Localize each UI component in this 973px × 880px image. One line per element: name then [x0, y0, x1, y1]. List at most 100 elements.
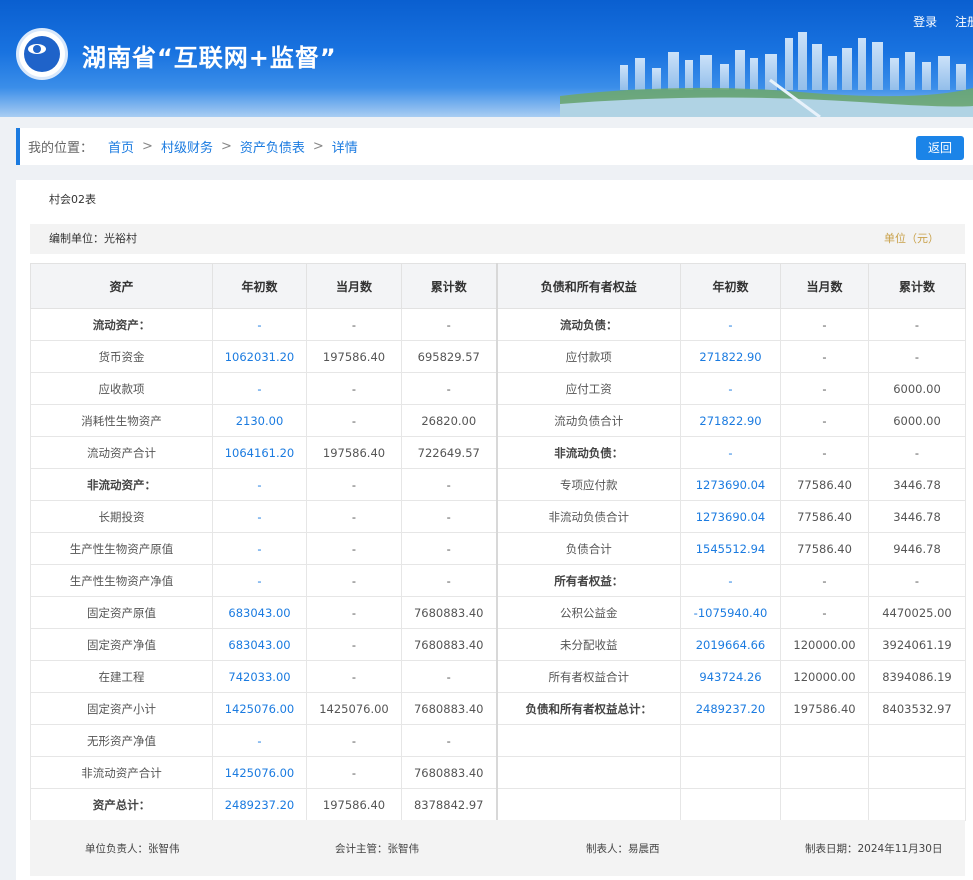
- value-cell[interactable]: -: [212, 500, 307, 533]
- value-cell: -: [868, 308, 966, 341]
- row-label: [495, 724, 681, 757]
- value-cell: 197586.40: [306, 436, 402, 469]
- chief-accountant: 会计主管：张智伟: [335, 843, 419, 855]
- prepared-date: 制表日期：2024年11月30日: [805, 843, 943, 855]
- breadcrumb-home[interactable]: 首页: [108, 137, 134, 156]
- row-label: 流动负债合计: [495, 404, 681, 437]
- value-cell[interactable]: 2130.00: [212, 404, 307, 437]
- value-cell[interactable]: -: [680, 308, 781, 341]
- value-cell[interactable]: 943724.26: [680, 660, 781, 693]
- value-cell[interactable]: 683043.00: [212, 628, 307, 661]
- col-header-month: 当月数: [306, 263, 402, 309]
- value-cell[interactable]: -: [212, 724, 307, 757]
- row-label: 负债和所有者权益总计：: [495, 692, 681, 725]
- table-row: 生产性生物资产原值 - - - 负债合计 1545512.94 77586.40 9446.7…: [30, 532, 966, 565]
- value-cell: 120000.00: [780, 660, 869, 693]
- value-cell: -: [780, 564, 869, 597]
- value-cell: [680, 788, 781, 821]
- row-label: 长期投资: [30, 500, 213, 533]
- value-cell[interactable]: 1425076.00: [212, 692, 307, 725]
- currency-unit: 单位（元）: [884, 232, 939, 245]
- value-cell[interactable]: 2489237.20: [212, 788, 307, 821]
- form-number: 村会02表: [30, 188, 965, 220]
- row-label: 货币资金: [30, 340, 213, 373]
- value-cell[interactable]: -: [212, 308, 307, 341]
- value-cell[interactable]: -: [212, 468, 307, 501]
- table-header-row: 资产 年初数 当月数 累计数 负债和所有者权益 年初数 当月数 累计数: [30, 263, 966, 309]
- value-cell[interactable]: 2489237.20: [680, 692, 781, 725]
- balance-sheet-card: 村会02表 编制单位：光裕村 单位（元） 资产 年初数 当月数 累计数 负债和所…: [16, 180, 973, 880]
- table-row: 消耗性生物资产 2130.00-26820.00 流动负债合计 271822.90-6…: [30, 404, 966, 437]
- breadcrumb-separator: >: [312, 139, 324, 154]
- table-row: 应收款项 - - - 应付工资 - -6000.00: [30, 372, 966, 405]
- table-row: 固定资产小计 1425076.00 1425076.00 7680883.40 负债和所…: [30, 692, 966, 725]
- value-cell[interactable]: 271822.90: [680, 404, 781, 437]
- row-label: 负债合计: [495, 532, 681, 565]
- value-cell: -: [306, 628, 402, 661]
- value-cell[interactable]: 1273690.04: [680, 500, 781, 533]
- value-cell: [680, 756, 781, 789]
- value-cell: 6000.00: [868, 372, 966, 405]
- row-label: 流动资产：: [30, 308, 213, 341]
- city-skyline-illustration: [560, 32, 973, 117]
- breadcrumb-label: 我的位置：: [28, 141, 94, 156]
- breadcrumb: 我的位置： 首页 > 村级财务 > 资产负债表 > 详情 返回: [16, 128, 973, 165]
- row-label: [495, 756, 681, 789]
- value-cell[interactable]: 271822.90: [680, 340, 781, 373]
- value-cell[interactable]: 683043.00: [212, 596, 307, 629]
- row-label: 资产总计：: [30, 788, 213, 821]
- table-row: 固定资产净值 683043.00-7680883.40 未分配收益 2019664.6…: [30, 628, 966, 661]
- row-label: 在建工程: [30, 660, 213, 693]
- value-cell[interactable]: -: [680, 564, 781, 597]
- row-label: 无形资产净值: [30, 724, 213, 757]
- value-cell[interactable]: 1062031.20: [212, 340, 307, 373]
- value-cell[interactable]: 2019664.66: [680, 628, 781, 661]
- breadcrumb-detail[interactable]: 详情: [332, 137, 358, 156]
- row-label: 所有者权益：: [495, 564, 681, 597]
- row-label: 非流动资产：: [30, 468, 213, 501]
- value-cell: -: [401, 372, 497, 405]
- row-label: 非流动负债合计: [495, 500, 681, 533]
- back-button[interactable]: 返回: [916, 136, 964, 160]
- value-cell[interactable]: -: [212, 372, 307, 405]
- value-cell: 8378842.97: [401, 788, 497, 821]
- row-label: 非流动资产合计: [30, 756, 213, 789]
- table-row: 生产性生物资产净值 - - - 所有者权益： - - -: [30, 564, 966, 597]
- value-cell[interactable]: 1425076.00: [212, 756, 307, 789]
- value-cell: [868, 724, 966, 757]
- breadcrumb-village-finance[interactable]: 村级财务: [161, 137, 213, 156]
- unit-head: 单位负责人：张智伟: [85, 843, 180, 855]
- value-cell: 695829.57: [401, 340, 497, 373]
- row-label: 固定资产原值: [30, 596, 213, 629]
- row-label: 生产性生物资产原值: [30, 532, 213, 565]
- row-label: 生产性生物资产净值: [30, 564, 213, 597]
- value-cell[interactable]: -: [212, 532, 307, 565]
- row-label: 所有者权益合计: [495, 660, 681, 693]
- value-cell: 3446.78: [868, 500, 966, 533]
- emblem-logo-icon: [16, 28, 68, 80]
- value-cell[interactable]: 1545512.94: [680, 532, 781, 565]
- value-cell: -: [306, 660, 402, 693]
- table-row: 非流动资产合计 1425076.00-7680883.40: [30, 756, 966, 789]
- value-cell: -: [780, 340, 869, 373]
- value-cell[interactable]: 1064161.20: [212, 436, 307, 469]
- value-cell[interactable]: -: [680, 372, 781, 405]
- table-row: 流动资产合计 1064161.20 197586.40 722649.57 非流动负债：…: [30, 436, 966, 469]
- value-cell: [780, 788, 869, 821]
- row-label: 未分配收益: [495, 628, 681, 661]
- register-link[interactable]: 注册: [955, 15, 973, 29]
- table-row: 货币资金 1062031.20 197586.40 695829.57 应付款项 2718…: [30, 340, 966, 373]
- value-cell[interactable]: -: [212, 564, 307, 597]
- col-header-cumulative: 累计数: [401, 263, 497, 309]
- value-cell[interactable]: 742033.00: [212, 660, 307, 693]
- value-cell[interactable]: -1075940.40: [680, 596, 781, 629]
- login-link[interactable]: 登录: [913, 15, 937, 29]
- value-cell: 120000.00: [780, 628, 869, 661]
- value-cell: -: [780, 404, 869, 437]
- value-cell[interactable]: 1273690.04: [680, 468, 781, 501]
- value-cell: 197586.40: [780, 692, 869, 725]
- col-header-month: 当月数: [780, 263, 869, 309]
- value-cell[interactable]: -: [680, 436, 781, 469]
- breadcrumb-balance-sheet[interactable]: 资产负债表: [240, 137, 305, 156]
- value-cell: [780, 756, 869, 789]
